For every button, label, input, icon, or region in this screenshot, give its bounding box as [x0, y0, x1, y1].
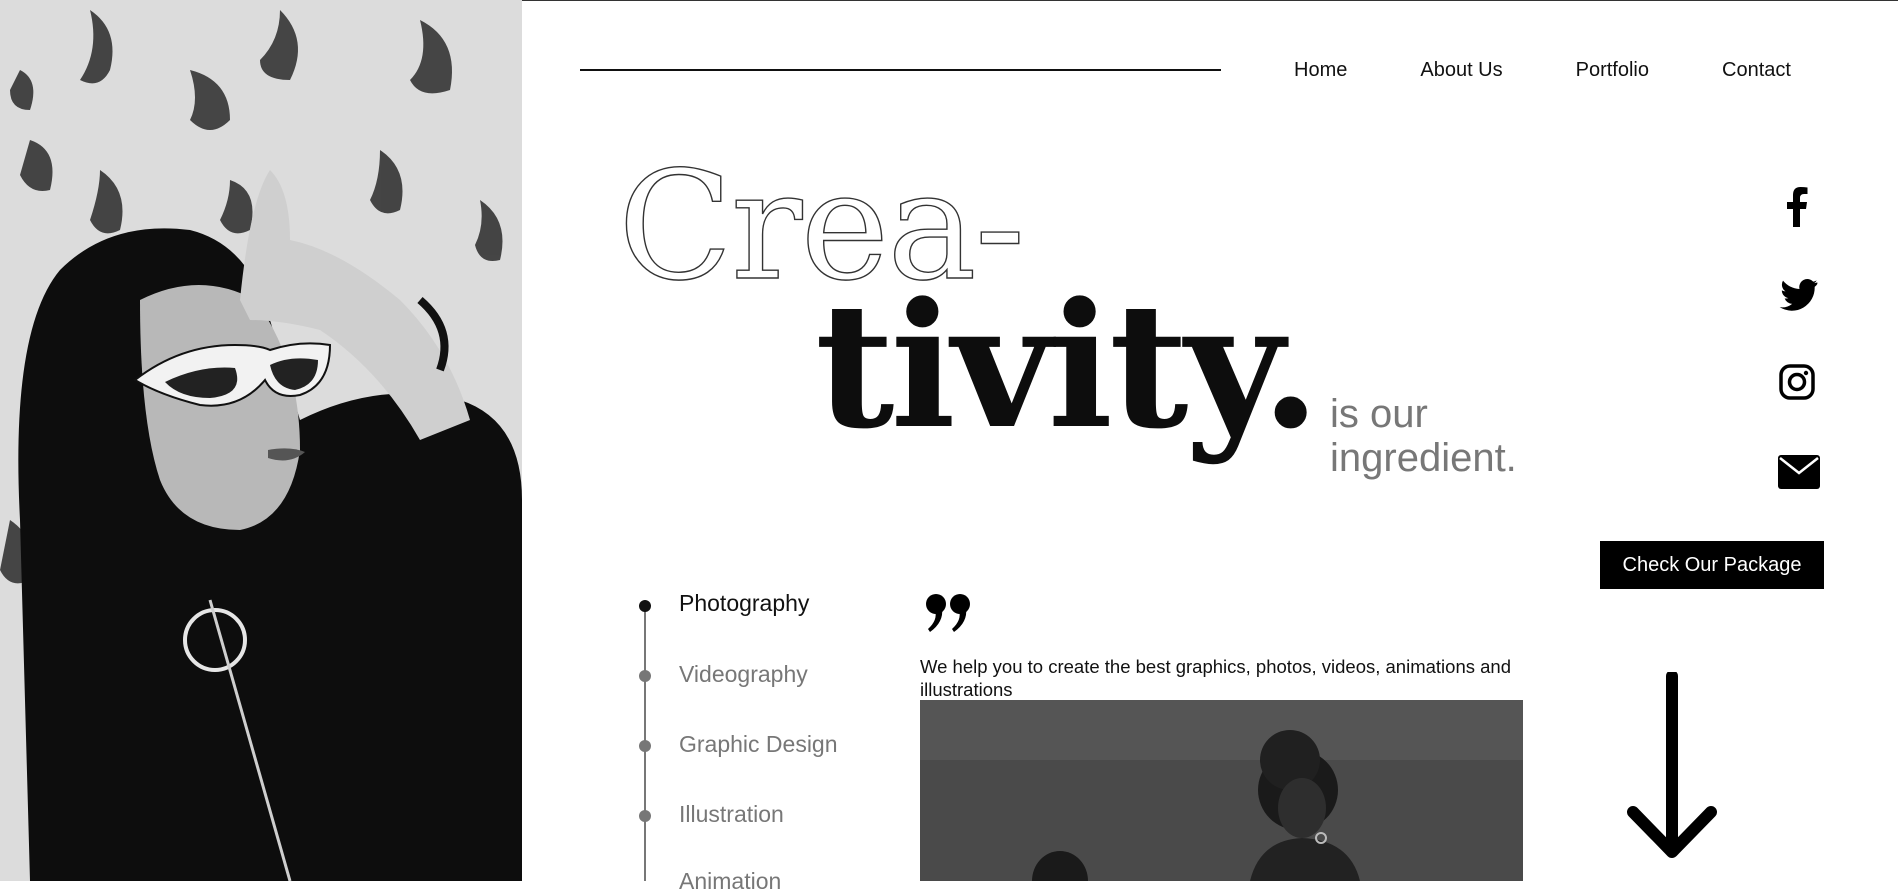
service-photography[interactable]: Photography [679, 589, 809, 617]
timeline-dot [639, 810, 651, 822]
subline-2: ingredient. [1330, 436, 1517, 480]
tagline-text: We help you to create the best graphics,… [920, 656, 1511, 700]
timeline-dot [639, 740, 651, 752]
service-graphic-design[interactable]: Graphic Design [679, 730, 838, 758]
arrow-down-icon [1627, 670, 1717, 858]
headline-line-2: tivity. [815, 264, 1321, 467]
nav-home[interactable]: Home [1294, 58, 1347, 82]
instagram-icon [1779, 364, 1815, 400]
service-illustration[interactable]: Illustration [679, 800, 784, 828]
facebook-link[interactable] [1778, 185, 1816, 227]
subline-1: is our [1330, 392, 1428, 436]
scroll-down-arrow[interactable] [1625, 670, 1719, 863]
timeline-dot-active [639, 600, 651, 612]
mail-link[interactable] [1778, 455, 1820, 489]
mail-icon [1778, 455, 1820, 489]
timeline-dot [639, 670, 651, 682]
service-animation[interactable]: Animation [679, 867, 781, 895]
check-package-button[interactable]: Check Our Package [1600, 541, 1824, 589]
quote-icon [924, 586, 974, 641]
nav-about-us[interactable]: About Us [1420, 58, 1502, 82]
nav-portfolio[interactable]: Portfolio [1576, 58, 1649, 82]
main-nav: Home About Us Portfolio Contact [1294, 58, 1791, 82]
twitter-icon [1779, 279, 1818, 311]
nav-contact[interactable]: Contact [1722, 58, 1791, 82]
service-videography[interactable]: Videography [679, 660, 808, 688]
nav-divider-line [580, 69, 1221, 71]
facebook-icon [1787, 187, 1808, 227]
content-photo [920, 700, 1523, 881]
twitter-link[interactable] [1778, 278, 1818, 312]
hero-photo [0, 0, 522, 881]
instagram-link[interactable] [1778, 363, 1816, 401]
headline-subline: is our ingredient. [1330, 392, 1550, 480]
